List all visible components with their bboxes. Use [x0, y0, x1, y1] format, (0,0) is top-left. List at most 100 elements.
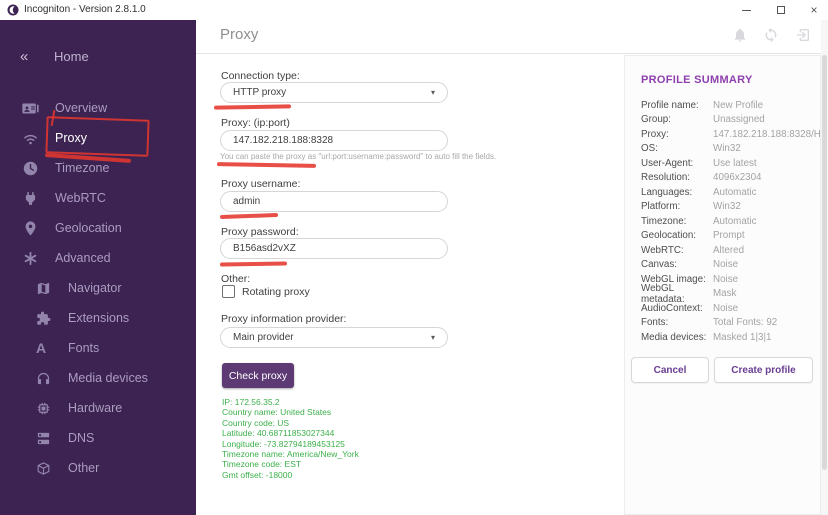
plug-icon — [22, 190, 42, 207]
summary-row: Languages: Automatic — [641, 185, 811, 200]
sidebar-item-advanced[interactable]: Advanced — [0, 243, 196, 273]
summary-row: WebGL metadata: Mask — [641, 287, 811, 302]
result-line: Country code: US — [222, 418, 359, 428]
asterisk-icon — [22, 250, 42, 267]
sidebar-item-label: Media devices — [68, 371, 148, 385]
wifi-icon — [22, 130, 42, 147]
summary-value: Noise — [713, 303, 738, 314]
letter-a-icon: A — [36, 340, 53, 357]
summary-row: AudioContext: Noise — [641, 301, 811, 316]
sidebar-item-overview[interactable]: Overview — [0, 93, 196, 123]
sidebar-item-navigator[interactable]: Navigator — [0, 273, 196, 303]
summary-value: Noise — [713, 259, 738, 270]
rotating-proxy-checkbox[interactable] — [222, 285, 235, 298]
chip-icon — [36, 400, 53, 417]
clock-icon — [22, 160, 42, 177]
proxy-password-input[interactable] — [220, 238, 448, 259]
summary-label: OS: — [641, 143, 713, 154]
summary-label: Geolocation: — [641, 230, 713, 241]
sidebar-item-label: Home — [54, 49, 89, 64]
notifications-bell-icon[interactable] — [732, 27, 748, 43]
sidebar-item-label: Overview — [55, 101, 107, 115]
summary-row: Fonts: Total Fonts: 92 — [641, 316, 811, 331]
connection-type-select[interactable]: HTTP proxy ▾ — [220, 82, 448, 103]
sidebar-item-media-devices[interactable]: Media devices — [0, 363, 196, 393]
summary-row: Resolution: 4096x2304 — [641, 171, 811, 186]
summary-value: New Profile — [713, 100, 763, 111]
summary-rows: Profile name: New Profile Group: Unassig… — [641, 98, 811, 345]
sidebar-item-geolocation[interactable]: Geolocation — [0, 213, 196, 243]
annotation-helper-underline — [217, 162, 316, 167]
check-proxy-button[interactable]: Check proxy — [222, 363, 294, 388]
logout-icon[interactable] — [795, 27, 811, 43]
sidebar-item-other[interactable]: Other — [0, 453, 196, 483]
headphones-icon — [36, 370, 53, 387]
sidebar-item-label: Advanced — [55, 251, 111, 265]
sidebar-item-timezone[interactable]: Timezone — [0, 153, 196, 183]
refresh-icon[interactable] — [763, 27, 779, 43]
maximize-button[interactable] — [768, 0, 794, 20]
summary-label: User-Agent: — [641, 158, 713, 169]
sidebar-item-hardware[interactable]: Hardware — [0, 393, 196, 423]
minimize-button[interactable] — [733, 0, 759, 20]
summary-label: WebRTC: — [641, 245, 713, 256]
summary-row: Proxy: 147.182.218.188:8328/HTT... — [641, 127, 811, 142]
summary-label: Group: — [641, 114, 713, 125]
sidebar-item-extensions[interactable]: Extensions — [0, 303, 196, 333]
cube-icon — [36, 460, 53, 477]
result-line: Timezone code: EST — [222, 459, 359, 469]
result-line: Country name: United States — [222, 407, 359, 417]
summary-label: Timezone: — [641, 216, 713, 227]
summary-row: Geolocation: Prompt — [641, 229, 811, 244]
sidebar-item-webrtc[interactable]: WebRTC — [0, 183, 196, 213]
summary-value: Altered — [713, 245, 744, 256]
provider-value: Main provider — [233, 332, 294, 343]
summary-value: Noise — [713, 274, 738, 285]
summary-label: Languages: — [641, 187, 713, 198]
provider-label: Proxy information provider: — [221, 313, 346, 325]
sidebar-item-fonts[interactable]: A Fonts — [0, 333, 196, 363]
close-button[interactable]: × — [801, 0, 827, 20]
scrollbar-thumb[interactable] — [822, 55, 827, 470]
summary-value: Masked 1|3|1 — [713, 332, 771, 343]
other-label: Other: — [221, 273, 250, 285]
summary-value: Automatic — [713, 216, 757, 227]
window-title: Incogniton - Version 2.8.1.0 — [24, 4, 146, 15]
vertical-scrollbar[interactable] — [821, 20, 828, 515]
summary-value: 147.182.218.188:8328/HTT... — [713, 129, 828, 140]
map-pin-icon — [22, 220, 42, 237]
rotating-proxy-label: Rotating proxy — [242, 286, 310, 298]
proxy-ip-label: Proxy: (ip:port) — [221, 117, 290, 129]
id-card-icon — [22, 100, 42, 117]
annotation-password-underline — [220, 261, 287, 266]
result-line: Longitude: -73.82794189453125 — [222, 439, 359, 449]
provider-select[interactable]: Main provider ▾ — [220, 327, 448, 348]
summary-value: Mask — [713, 288, 736, 299]
sidebar-item-label: Extensions — [68, 311, 129, 325]
sidebar-item-home[interactable]: « Home — [0, 44, 196, 68]
result-line: Latitude: 40.68711853027344 — [222, 428, 359, 438]
sidebar-item-label: WebRTC — [55, 191, 106, 205]
sidebar-item-label: DNS — [68, 431, 94, 445]
cancel-button[interactable]: Cancel — [631, 357, 709, 383]
create-profile-button[interactable]: Create profile — [714, 357, 813, 383]
proxy-ip-input[interactable] — [220, 130, 448, 151]
sidebar-item-label: Fonts — [68, 341, 99, 355]
summary-value: Win32 — [713, 143, 741, 154]
summary-value: Unassigned — [713, 114, 765, 125]
annotation-connection-underline — [214, 104, 291, 109]
sidebar-item-dns[interactable]: DNS — [0, 423, 196, 453]
sidebar-item-proxy[interactable]: Proxy — [0, 123, 196, 153]
summary-value: Prompt — [713, 230, 745, 241]
connection-type-label: Connection type: — [221, 70, 300, 82]
result-line: Gmt offset: -18000 — [222, 470, 359, 480]
collapse-sidebar-icon[interactable]: « — [20, 48, 42, 65]
summary-row: Platform: Win32 — [641, 200, 811, 215]
titlebar: Incogniton - Version 2.8.1.0 × — [0, 0, 828, 20]
sidebar: « Home Overview Proxy Timezone WebR — [0, 20, 196, 515]
proxy-username-input[interactable] — [220, 191, 448, 212]
summary-row: WebRTC: Altered — [641, 243, 811, 258]
summary-label: Profile name: — [641, 100, 713, 111]
proxy-username-label: Proxy username: — [221, 178, 300, 190]
summary-value: Automatic — [713, 187, 757, 198]
